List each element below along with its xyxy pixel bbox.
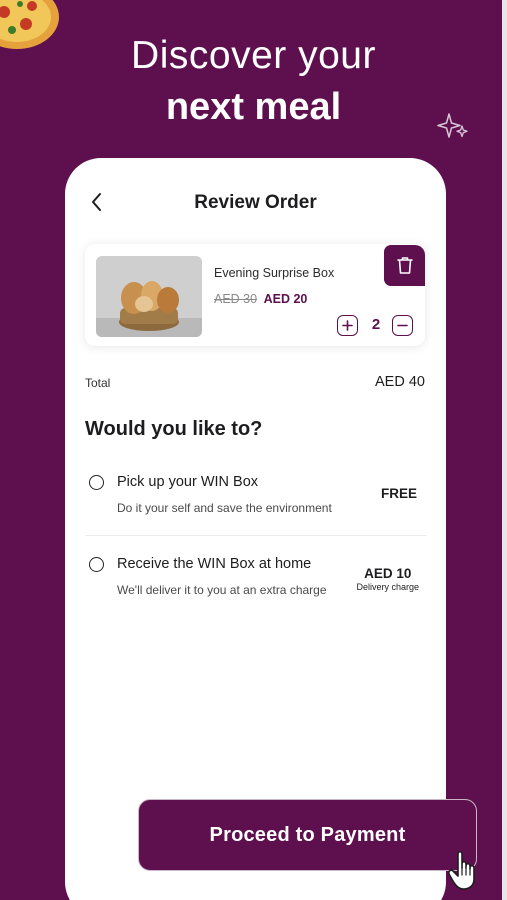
delete-item-button[interactable] xyxy=(384,245,425,286)
delivery-description: We'll deliver it to you at an extra char… xyxy=(117,583,327,597)
hero-line-2: next meal xyxy=(165,86,342,128)
delivery-radio[interactable] xyxy=(89,557,104,572)
total-value: AED 40 xyxy=(375,374,425,390)
window-edge xyxy=(502,0,507,900)
trash-icon xyxy=(396,257,413,274)
sparkle-icon xyxy=(437,113,468,138)
hero-line-1: Discover your xyxy=(131,34,376,77)
item-price-row: AED 30 AED 20 xyxy=(214,292,307,306)
pickup-radio[interactable] xyxy=(89,475,104,490)
pickup-title: Pick up your WIN Box xyxy=(117,474,259,490)
decrease-quantity-button[interactable] xyxy=(392,315,413,336)
delivery-price: AED 10 xyxy=(364,566,412,581)
delivery-title: Receive the WIN Box at home xyxy=(117,556,312,572)
new-price: AED 20 xyxy=(263,292,308,306)
phone-screen: Review Order Evening Surprise Box AED 30… xyxy=(65,158,446,900)
old-price: AED 30 xyxy=(214,292,258,306)
item-name: Evening Surprise Box xyxy=(214,266,335,280)
pickup-description: Do it your self and save the environment xyxy=(117,501,332,515)
total-label: Total xyxy=(85,376,111,390)
pickup-option[interactable]: Pick up your WIN Box Do it your self and… xyxy=(85,472,427,536)
hand-pointer-icon xyxy=(448,850,475,890)
pickup-price: FREE xyxy=(380,486,417,501)
increase-quantity-button[interactable] xyxy=(337,315,358,336)
delivery-option[interactable]: Receive the WIN Box at home We'll delive… xyxy=(85,554,427,618)
delivery-price-note: Delivery charge xyxy=(356,582,419,592)
minus-icon xyxy=(397,324,408,327)
plus-icon xyxy=(342,320,353,331)
quantity-value: 2 xyxy=(371,316,381,333)
proceed-to-payment-button[interactable]: Proceed to Payment xyxy=(138,799,477,871)
page-title: Review Order xyxy=(194,192,317,213)
bread-basket-image xyxy=(96,256,202,337)
delivery-question: Would you like to? xyxy=(85,418,263,440)
order-item-card: Evening Surprise Box AED 30 AED 20 2 xyxy=(85,244,425,346)
delivery-price-block: AED 10 Delivery charge xyxy=(356,566,419,592)
